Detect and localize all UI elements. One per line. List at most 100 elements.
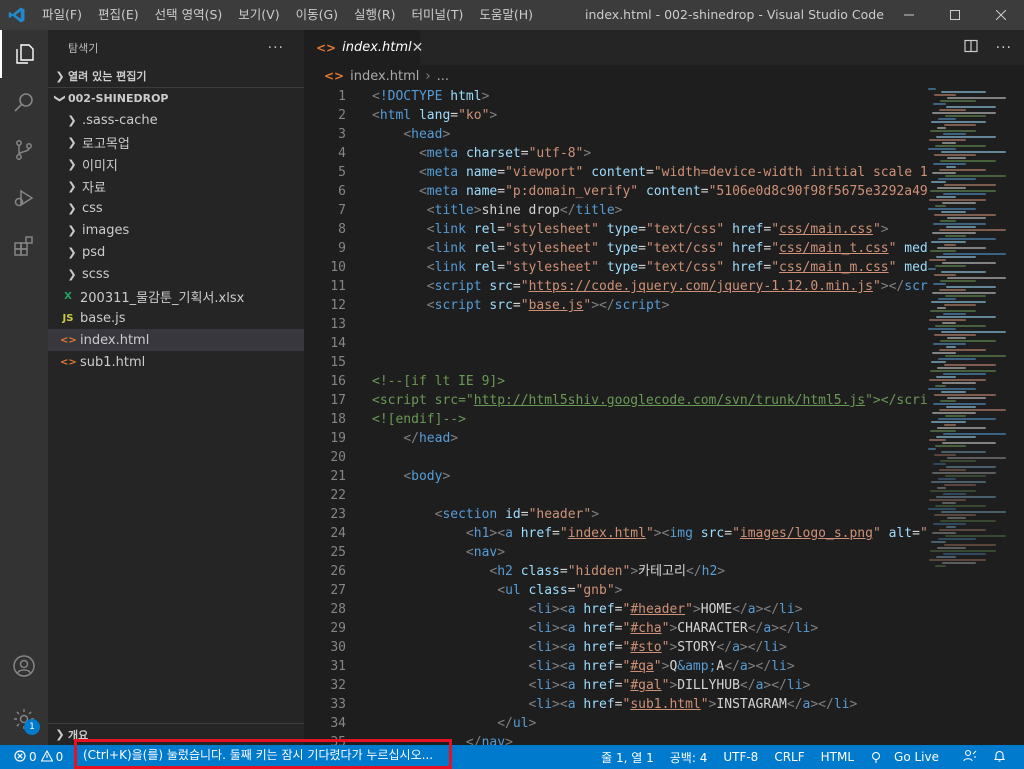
minimap-line	[940, 220, 956, 222]
breadcrumb-file[interactable]: index.html	[350, 69, 419, 84]
close-window-button[interactable]	[978, 0, 1024, 30]
source-control-icon[interactable]	[0, 126, 48, 174]
tree-folder[interactable]: ❯ 이미지	[48, 153, 304, 175]
code-line: 1 <!DOCTYPE html>	[304, 87, 928, 106]
run-debug-icon[interactable]	[0, 174, 48, 222]
minimap-line	[933, 103, 946, 105]
breadcrumb-rest[interactable]: ...	[437, 69, 449, 84]
folder-section[interactable]: ❯ 002-SHINEDROP	[48, 87, 304, 109]
minimap-line	[934, 274, 956, 276]
code-line: 27 <ul class="gnb">	[304, 581, 928, 600]
code-editor[interactable]: 1 <!DOCTYPE html> 2 <html lang="ko"> 3 <head…	[304, 87, 928, 745]
file-type-icon: X	[64, 290, 72, 302]
line-ending[interactable]: CRLF	[766, 750, 812, 764]
minimize-button[interactable]	[886, 0, 932, 30]
code-text: <link rel="stylesheet" type="text/css" h…	[426, 241, 928, 256]
feedback-icon[interactable]	[955, 749, 985, 766]
minimap-line	[942, 442, 996, 444]
minimap-line	[940, 400, 956, 402]
explorer-icon[interactable]	[0, 30, 48, 78]
minimap-line	[931, 241, 966, 243]
minimap-line	[946, 286, 996, 288]
code-text: <![endif]-->	[372, 412, 466, 427]
minimap-line	[943, 433, 1006, 435]
menu-item-2[interactable]: 선택 영역(S)	[147, 0, 231, 30]
account-icon[interactable]	[0, 642, 48, 690]
minimap[interactable]	[928, 87, 1014, 745]
code-text: <script src="http://html5shiv.googlecode…	[372, 393, 928, 408]
minimap-line	[934, 214, 996, 216]
tree-folder[interactable]: ❯ css	[48, 197, 304, 219]
code-line: 22	[304, 486, 928, 505]
encoding[interactable]: UTF-8	[715, 750, 766, 764]
tree-folder[interactable]: ❯ psd	[48, 241, 304, 263]
menu-item-4[interactable]: 이동(G)	[288, 0, 346, 30]
problems-indicator[interactable]: 0 0	[0, 745, 63, 769]
minimap-line	[929, 319, 966, 321]
line-number: 20	[330, 450, 346, 465]
line-number: 16	[330, 374, 346, 389]
minimap-line	[943, 493, 966, 495]
cursor-position[interactable]: 줄 1, 열 1	[593, 749, 662, 766]
error-count: 0	[29, 750, 37, 764]
indentation[interactable]: 공백: 4	[662, 749, 716, 766]
tree-file[interactable]: <> index.html	[48, 329, 304, 351]
code-line: 3 <head>	[304, 125, 928, 144]
minimap-line	[939, 229, 1006, 231]
extensions-icon[interactable]	[0, 222, 48, 270]
tree-folder[interactable]: ❯ .sass-cache	[48, 109, 304, 131]
more-actions-icon[interactable]: ···	[268, 40, 284, 56]
tree-folder[interactable]: ❯ scss	[48, 263, 304, 285]
tree-folder[interactable]: ❯ 로고목업	[48, 131, 304, 153]
tab-index-html[interactable]: <> index.html ✕	[304, 30, 423, 65]
split-editor-icon[interactable]	[964, 39, 978, 57]
tree-file[interactable]: JS base.js	[48, 307, 304, 329]
line-number: 3	[338, 127, 346, 142]
tree-folder-label: 자료	[82, 180, 106, 196]
minimap-line	[931, 421, 966, 423]
notifications-bell-icon[interactable]	[985, 749, 1014, 765]
go-live-button[interactable]: Go Live	[862, 750, 955, 764]
minimap-line	[944, 544, 996, 546]
minimap-line	[937, 307, 946, 309]
chevron-right-icon: ❯	[67, 201, 77, 215]
file-type-icon: JS	[62, 312, 74, 324]
tree-file[interactable]: X 200311_물감툰_기획서.xlsx	[48, 285, 304, 307]
minimap-line	[934, 334, 976, 336]
code-line: 8 <link rel="stylesheet" type="text/css"…	[304, 220, 928, 239]
language-mode[interactable]: HTML	[813, 750, 862, 764]
code-text: <title>shine drop</title>	[426, 203, 623, 218]
settings-gear-icon[interactable]: 1	[0, 695, 48, 743]
maximize-button[interactable]	[932, 0, 978, 30]
line-number: 9	[338, 241, 346, 256]
minimap-line	[928, 88, 936, 90]
line-number: 19	[330, 431, 346, 446]
menu-item-1[interactable]: 편집(E)	[90, 0, 147, 30]
minimap-line	[928, 148, 956, 150]
menu-item-3[interactable]: 보기(V)	[230, 0, 287, 30]
close-tab-icon[interactable]: ✕	[412, 40, 424, 56]
minimap-line	[945, 415, 966, 417]
open-editors-section[interactable]: ❯ 열려 있는 편집기	[48, 65, 304, 87]
vertical-scrollbar[interactable]	[1014, 87, 1024, 745]
more-actions-icon[interactable]: ···	[996, 40, 1012, 56]
search-icon[interactable]	[0, 78, 48, 126]
minimap-line	[939, 169, 986, 171]
minimap-line	[939, 469, 966, 471]
tree-folder[interactable]: ❯ images	[48, 219, 304, 241]
minimap-line	[941, 511, 1006, 513]
menu-item-5[interactable]: 실행(R)	[346, 0, 403, 30]
minimap-line	[943, 313, 966, 315]
code-line: 16 <!--[if lt IE 9]>	[304, 372, 928, 391]
minimap-line	[940, 100, 976, 102]
menu-item-6[interactable]: 터미널(T)	[404, 0, 472, 30]
chevron-right-icon: ❯	[67, 179, 77, 193]
tree-folder[interactable]: ❯ 자료	[48, 175, 304, 197]
menu-item-0[interactable]: 파일(F)	[34, 0, 90, 30]
sidebar-header: 탐색기 ···	[48, 30, 304, 65]
menu-item-7[interactable]: 도움말(H)	[471, 0, 541, 30]
tree-file-label: 200311_물감툰_기획서.xlsx	[80, 290, 245, 306]
tree-file[interactable]: <> sub1.html	[48, 351, 304, 373]
minimap-line	[945, 175, 1006, 177]
